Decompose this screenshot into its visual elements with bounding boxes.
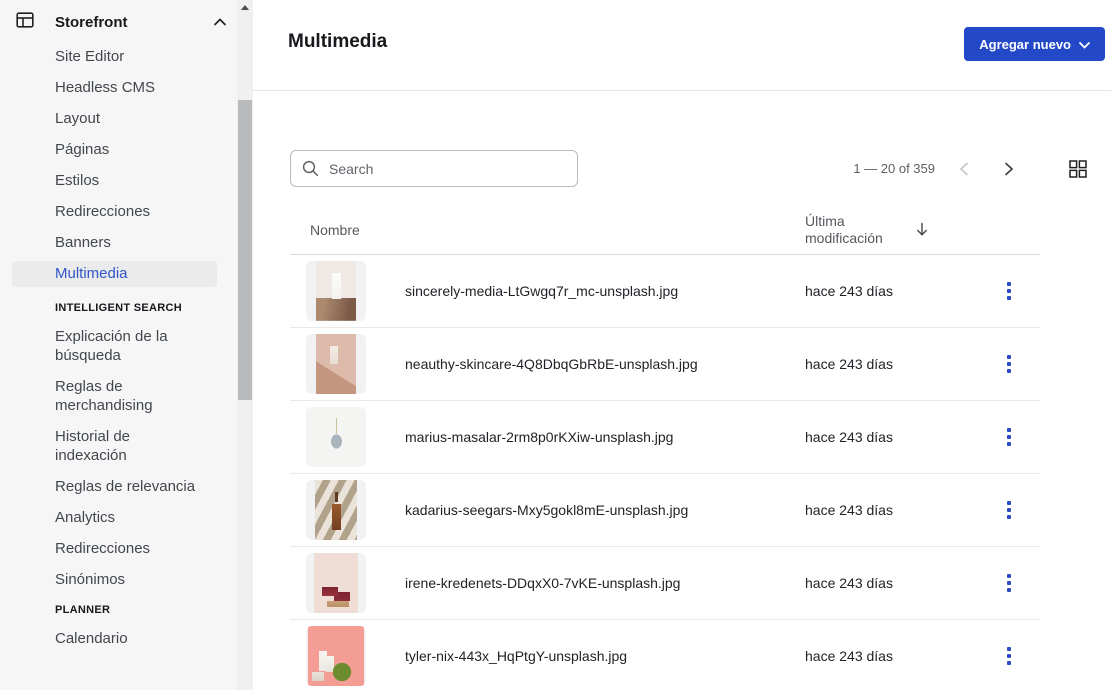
storefront-icon xyxy=(16,11,34,34)
media-modified: hace 243 días xyxy=(805,429,995,445)
thumbnail-image xyxy=(315,480,357,540)
thumbnail-image xyxy=(316,261,356,321)
sidebar-nav: Site Editor Headless CMS Layout Páginas … xyxy=(0,47,253,287)
row-menu-button[interactable] xyxy=(997,348,1021,380)
sidebar-item-banners[interactable]: Banners xyxy=(0,233,215,252)
add-new-button-label: Agregar nuevo xyxy=(979,37,1071,52)
table-row[interactable]: neauthy-skincare-4Q8DbqGbRbE-unsplash.jp… xyxy=(290,328,1040,401)
search-icon xyxy=(302,160,319,177)
media-thumbnail xyxy=(306,261,366,321)
toolbar: 1 — 20 of 359 xyxy=(290,150,1090,187)
sidebar-item-sinonimos[interactable]: Sinónimos xyxy=(0,570,215,589)
search-input[interactable] xyxy=(290,150,578,187)
row-menu-button[interactable] xyxy=(997,640,1021,672)
media-thumbnail xyxy=(306,407,366,467)
pagination-prev-button[interactable] xyxy=(952,157,976,181)
sidebar-item-site-editor[interactable]: Site Editor xyxy=(0,47,215,66)
media-filename: kadarius-seegars-Mxy5gokl8mE-unsplash.jp… xyxy=(405,502,805,518)
row-menu-button[interactable] xyxy=(997,567,1021,599)
row-menu-button[interactable] xyxy=(997,494,1021,526)
media-thumbnail xyxy=(306,553,366,613)
sidebar-item-reglas-relevancia[interactable]: Reglas de relevancia xyxy=(0,477,215,496)
media-filename: sincerely-media-LtGwgq7r_mc-unsplash.jpg xyxy=(405,283,805,299)
media-table: Nombre Última modificación sincerely-med… xyxy=(290,205,1040,690)
sidebar-scrollbar[interactable] xyxy=(237,0,253,690)
add-new-button[interactable]: Agregar nuevo xyxy=(964,27,1105,61)
sidebar-nav-planner: Calendario xyxy=(0,629,253,648)
sidebar-item-historial-indexacion[interactable]: Historial de indexación xyxy=(0,427,215,465)
sidebar-item-calendario[interactable]: Calendario xyxy=(0,629,215,648)
media-thumbnail xyxy=(306,480,366,540)
scrollbar-up-arrow-icon[interactable] xyxy=(241,5,249,10)
chevron-up-icon[interactable] xyxy=(213,17,227,27)
media-modified: hace 243 días xyxy=(805,648,995,664)
section-label-planner: PLANNER xyxy=(55,604,253,616)
section-label-intelligent-search: INTELLIGENT SEARCH xyxy=(55,302,253,314)
pagination-next-button[interactable] xyxy=(997,157,1021,181)
media-modified: hace 243 días xyxy=(805,575,995,591)
media-filename: marius-masalar-2rm8p0rKXiw-unsplash.jpg xyxy=(405,429,805,445)
table-row[interactable]: tyler-nix-443x_HqPtgY-unsplash.jpg hace … xyxy=(290,620,1040,690)
sidebar-item-redirecciones[interactable]: Redirecciones xyxy=(0,202,215,221)
sidebar-item-estilos[interactable]: Estilos xyxy=(0,171,215,190)
table-row[interactable]: sincerely-media-LtGwgq7r_mc-unsplash.jpg… xyxy=(290,255,1040,328)
column-header-modificacion[interactable]: Última modificación xyxy=(805,213,1040,247)
chevron-left-icon xyxy=(958,162,970,176)
table-row[interactable]: kadarius-seegars-Mxy5gokl8mE-unsplash.jp… xyxy=(290,474,1040,547)
table-header: Nombre Última modificación xyxy=(290,205,1040,255)
page-header: Multimedia Agregar nuevo xyxy=(253,0,1111,91)
media-thumbnail xyxy=(306,626,366,686)
sidebar-item-explicacion-busqueda[interactable]: Explicación de la búsqueda xyxy=(0,327,215,365)
grid-view-toggle-button[interactable] xyxy=(1066,157,1090,181)
media-filename: irene-kredenets-DDqxX0-7vKE-unsplash.jpg xyxy=(405,575,805,591)
table-row[interactable]: marius-masalar-2rm8p0rKXiw-unsplash.jpg … xyxy=(290,401,1040,474)
sidebar-item-analytics[interactable]: Analytics xyxy=(0,508,215,527)
main-content: Multimedia Agregar nuevo 1 — 20 of 359 xyxy=(253,0,1111,690)
sidebar-item-layout[interactable]: Layout xyxy=(0,109,215,128)
sidebar: Storefront Site Editor Headless CMS Layo… xyxy=(0,0,253,690)
sidebar-title: Storefront xyxy=(55,14,128,31)
row-menu-button[interactable] xyxy=(997,275,1021,307)
sidebar-header[interactable]: Storefront xyxy=(0,0,253,34)
media-modified: hace 243 días xyxy=(805,356,995,372)
sidebar-item-redirecciones-search[interactable]: Redirecciones xyxy=(0,539,215,558)
chevron-down-icon xyxy=(1079,37,1090,52)
sidebar-nav-intelligent-search: Explicación de la búsqueda Reglas de mer… xyxy=(0,327,253,589)
thumbnail-image xyxy=(308,626,364,686)
sort-descending-icon[interactable] xyxy=(915,222,929,237)
media-thumbnail xyxy=(306,334,366,394)
media-filename: neauthy-skincare-4Q8DbqGbRbE-unsplash.jp… xyxy=(405,356,805,372)
media-modified: hace 243 días xyxy=(805,502,995,518)
thumbnail-image xyxy=(314,553,358,613)
scrollbar-thumb[interactable] xyxy=(238,100,252,400)
row-menu-button[interactable] xyxy=(997,421,1021,453)
thumbnail-image xyxy=(308,407,364,467)
sidebar-item-reglas-merchandising[interactable]: Reglas de merchandising xyxy=(0,377,215,415)
column-header-nombre[interactable]: Nombre xyxy=(310,222,360,238)
sidebar-item-multimedia[interactable]: Multimedia xyxy=(12,261,217,287)
sidebar-item-paginas[interactable]: Páginas xyxy=(0,140,215,159)
page-title: Multimedia xyxy=(288,31,387,53)
search-box xyxy=(290,150,578,187)
thumbnail-image xyxy=(316,334,356,394)
grid-view-icon xyxy=(1069,160,1087,178)
pagination-label: 1 — 20 of 359 xyxy=(853,161,935,176)
media-filename: tyler-nix-443x_HqPtgY-unsplash.jpg xyxy=(405,648,805,664)
table-row[interactable]: irene-kredenets-DDqxX0-7vKE-unsplash.jpg… xyxy=(290,547,1040,620)
sidebar-item-headless-cms[interactable]: Headless CMS xyxy=(0,78,215,97)
media-modified: hace 243 días xyxy=(805,283,995,299)
chevron-right-icon xyxy=(1003,162,1015,176)
